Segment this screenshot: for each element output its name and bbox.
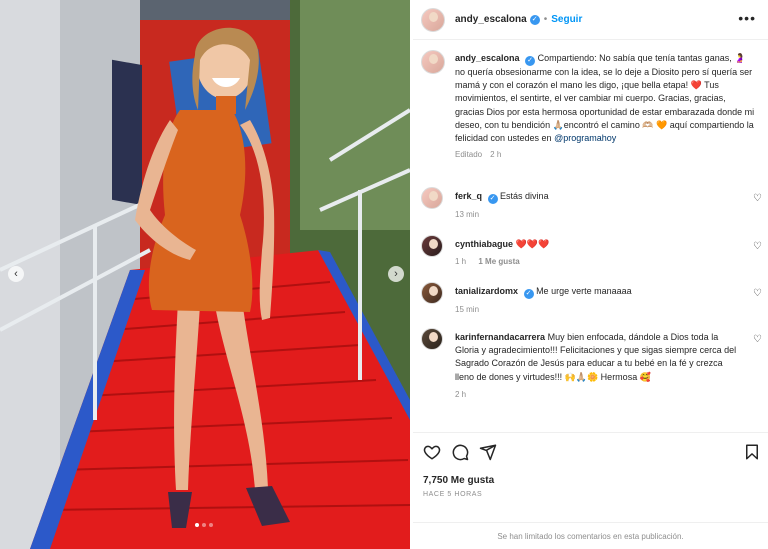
heart-icon[interactable] bbox=[423, 443, 441, 461]
comment-body: karinfernandacarrera Muy bien enfocada, … bbox=[455, 331, 740, 401]
header-separator: • bbox=[543, 14, 548, 25]
author-avatar[interactable] bbox=[421, 7, 445, 32]
carousel-dot-2 bbox=[202, 523, 206, 527]
likes-count[interactable]: 7,750 Me gusta bbox=[423, 475, 494, 486]
commenter-avatar[interactable] bbox=[421, 282, 443, 304]
verified-badge-icon: ✓ bbox=[523, 289, 534, 299]
previous-photo-button[interactable]: ‹ bbox=[8, 266, 24, 282]
carousel-dot-1 bbox=[195, 523, 199, 527]
comment-text: ❤️❤️❤️ bbox=[515, 239, 550, 249]
comment-bubble-icon[interactable] bbox=[451, 443, 469, 461]
caption-mention-link[interactable]: @programahoy bbox=[554, 133, 616, 143]
verified-badge-icon: ✓ bbox=[525, 56, 536, 66]
comments-limited-notice: Se han limitado los comentarios en esta … bbox=[413, 522, 768, 549]
comment-likes-count[interactable]: 1 Me gusta bbox=[478, 257, 519, 266]
next-photo-button[interactable]: › bbox=[388, 266, 404, 282]
comment-like-heart-icon[interactable]: ♡ bbox=[753, 334, 762, 345]
more-options-icon[interactable]: ••• bbox=[738, 10, 756, 26]
carousel-dot-3 bbox=[209, 523, 213, 527]
post-time-ago: HACE 5 HORAS bbox=[423, 491, 483, 498]
follow-button[interactable]: Seguir bbox=[551, 14, 582, 25]
comment-meta: 1 h 1 Me gusta bbox=[455, 255, 740, 268]
comments-section[interactable]: andy_escalona ✓ Compartiendo: No sabía q… bbox=[413, 42, 768, 432]
commenter-avatar[interactable] bbox=[421, 328, 443, 350]
comment-like-heart-icon[interactable]: ♡ bbox=[753, 288, 762, 299]
commenter-username[interactable]: karinfernandacarrera bbox=[455, 332, 545, 342]
caption-time: 2 h bbox=[490, 150, 502, 160]
comment-time: 1 h bbox=[455, 257, 467, 267]
comment-like-heart-icon[interactable]: ♡ bbox=[753, 241, 762, 252]
verified-badge-icon: ✓ bbox=[529, 14, 540, 25]
commenter-username[interactable]: ferk_q bbox=[455, 191, 482, 201]
comment-meta: 13 min bbox=[455, 208, 740, 221]
commenter-avatar[interactable] bbox=[421, 235, 443, 257]
caption-meta: Editado 2 h bbox=[455, 148, 755, 161]
comment-time: 2 h bbox=[455, 389, 467, 399]
post-photo[interactable]: ‹ › bbox=[0, 0, 410, 549]
comment-meta: 15 min bbox=[455, 303, 740, 316]
verified-badge-icon: ✓ bbox=[487, 194, 498, 204]
post-header: andy_escalona ✓ • Seguir ••• bbox=[413, 0, 768, 40]
bookmark-icon[interactable] bbox=[743, 443, 761, 461]
commenter-username[interactable]: tanializardomx bbox=[455, 286, 518, 296]
caption-username[interactable]: andy_escalona bbox=[455, 53, 520, 63]
comment-like-heart-icon[interactable]: ♡ bbox=[753, 193, 762, 204]
post-actions-bar: 7,750 Me gusta HACE 5 HORAS Se han limit… bbox=[413, 432, 768, 549]
commenter-username[interactable]: cynthiabague bbox=[455, 239, 513, 249]
carousel-indicator bbox=[195, 523, 213, 527]
photo-illustration bbox=[0, 0, 410, 549]
author-username[interactable]: andy_escalona bbox=[455, 14, 527, 25]
caption-author-avatar[interactable] bbox=[421, 50, 445, 74]
caption-text: Compartiendo: No sabía que tenía tantas … bbox=[455, 53, 755, 144]
comment-meta: 2 h bbox=[455, 388, 740, 401]
caption-edited: Editado bbox=[455, 150, 483, 160]
comment-text: Me urge verte manaaaa bbox=[536, 286, 632, 296]
comment-body: cynthiabague ❤️❤️❤️ 1 h 1 Me gusta bbox=[455, 238, 740, 268]
paper-plane-icon[interactable] bbox=[479, 443, 497, 461]
caption-body: andy_escalona ✓ Compartiendo: No sabía q… bbox=[455, 52, 755, 161]
post-detail-panel: andy_escalona ✓ • Seguir ••• andy_escalo… bbox=[413, 0, 768, 549]
comment-time: 15 min bbox=[455, 305, 480, 314]
comment-body: ferk_q ✓ Estás divina 13 min bbox=[455, 190, 740, 221]
comment-time: 13 min bbox=[455, 210, 480, 219]
commenter-avatar[interactable] bbox=[421, 187, 443, 209]
comment-body: tanializardomx ✓ Me urge verte manaaaa 1… bbox=[455, 285, 740, 316]
comment-text: Estás divina bbox=[500, 191, 549, 201]
